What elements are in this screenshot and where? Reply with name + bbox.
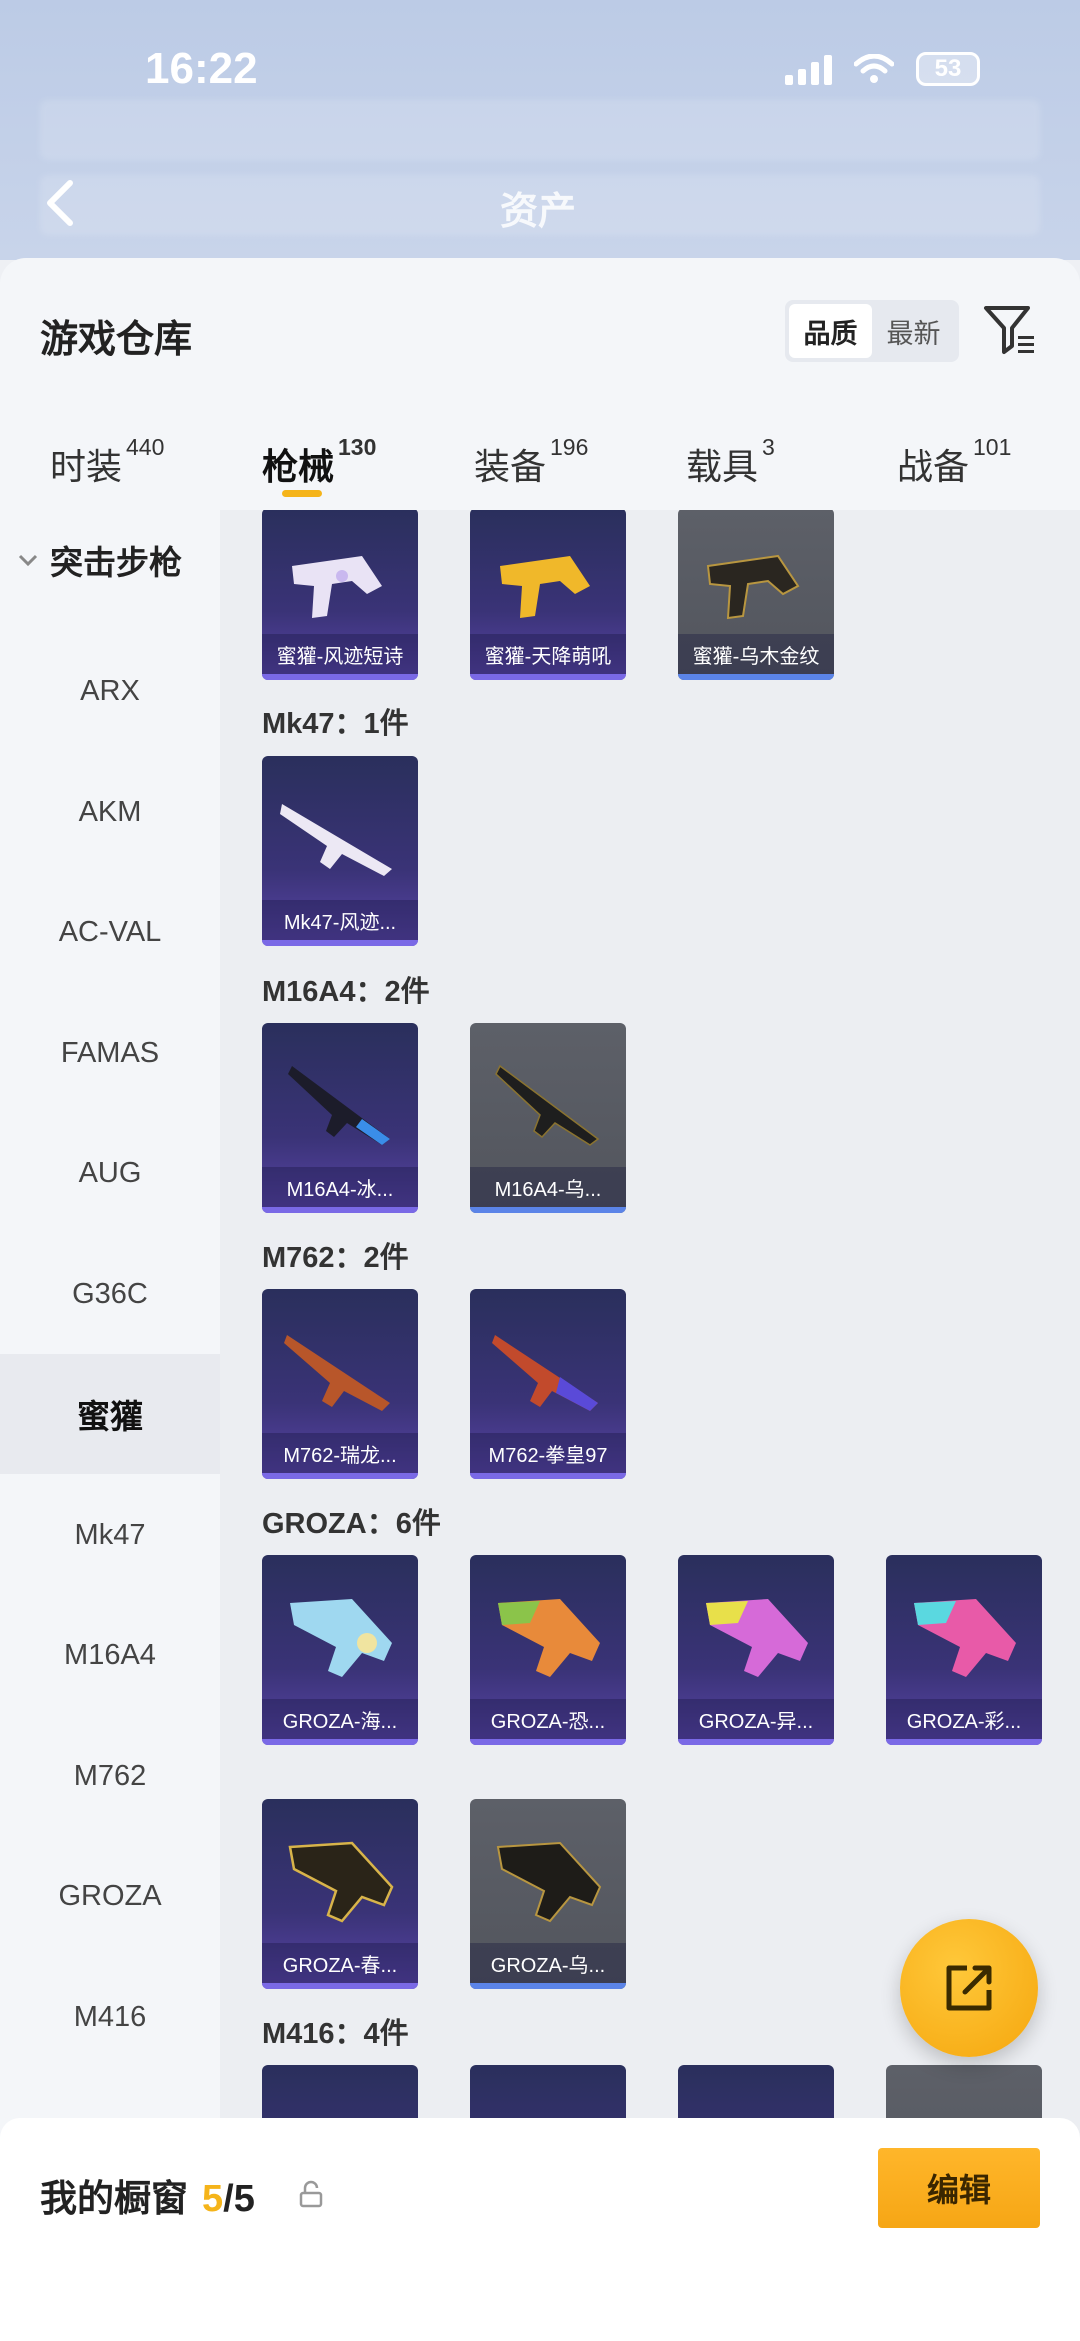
share-button[interactable] <box>900 1919 1038 2057</box>
skin-card[interactable]: 蜜獾-乌木金纹 <box>678 510 834 680</box>
back-icon[interactable] <box>40 178 80 228</box>
tab-vehicles[interactable]: 载具 3 <box>686 434 775 490</box>
bullpup-icon <box>496 1841 602 1923</box>
share-icon <box>946 1965 992 2011</box>
sidebar-item-famas[interactable]: FAMAS <box>0 993 220 1113</box>
rifle-icon <box>495 1064 600 1146</box>
sidebar-item-groza[interactable]: GROZA <box>0 1836 220 1956</box>
skin-card[interactable]: GROZA-彩... <box>886 1555 1042 1745</box>
tab-equipment[interactable]: 装备 196 <box>474 434 588 490</box>
rifle-icon <box>280 804 392 876</box>
smg-icon <box>500 556 590 618</box>
page-title: 资产 <box>500 191 577 233</box>
showcase-label: 我的橱窗 5/5 <box>40 2178 255 2220</box>
skin-name: GROZA-恐... <box>470 1699 626 1739</box>
battery-icon: 53 <box>916 52 980 86</box>
sidebar-item-ac-val[interactable]: AC-VAL <box>0 872 220 992</box>
group-label-m416: M416：4件 <box>262 2018 409 2050</box>
skin-name: GROZA-海... <box>262 1699 418 1739</box>
sidebar-item-m416[interactable]: M416 <box>0 1957 220 2077</box>
sidebar-item-arx[interactable]: ARX <box>0 631 220 751</box>
showcase-count: 5/5 <box>202 2178 255 2220</box>
bullpup-icon <box>288 1841 394 1923</box>
sheet-title: 游戏仓库 <box>40 319 193 361</box>
skin-card[interactable]: GROZA-异... <box>678 1555 834 1745</box>
wifi-icon <box>853 53 895 84</box>
skin-card[interactable]: Mk47-风迹... <box>262 756 418 946</box>
bullpup-icon <box>498 1599 600 1677</box>
skin-card[interactable]: GROZA-乌... <box>470 1799 626 1989</box>
sort-quality[interactable]: 品质 <box>789 304 872 358</box>
bullpup-icon <box>706 1599 808 1677</box>
header-background: 16:22 53 资产 <box>0 0 1080 260</box>
sidebar-item-aug[interactable]: AUG <box>0 1113 220 1233</box>
bullpup-icon <box>914 1599 1016 1677</box>
sort-toggle: 品质 最新 <box>785 300 959 362</box>
sidebar-group-assault-rifle[interactable]: 突击步枪 <box>18 510 182 610</box>
sidebar-item-m762[interactable]: M762 <box>0 1716 220 1836</box>
skin-name: GROZA-乌... <box>470 1943 626 1983</box>
category-tabs: 时装 440 枪械 130 装备 196 载具 3 战备 101 <box>0 418 1080 508</box>
edit-button[interactable]: 编辑 <box>878 2148 1040 2228</box>
group-label-m16a4: M16A4：2件 <box>262 976 430 1008</box>
skin-name: 蜜獾-天降萌吼 <box>470 634 626 674</box>
sort-newest[interactable]: 最新 <box>872 304 955 358</box>
group-label-mk47: Mk47：1件 <box>262 708 409 740</box>
skin-card[interactable]: GROZA-春... <box>262 1799 418 1989</box>
skin-card[interactable]: M762-拳皇97 <box>470 1289 626 1479</box>
tab-guns[interactable]: 枪械 130 <box>262 434 376 490</box>
weapon-content: 蜜獾-风迹短诗 蜜獾-天降萌吼 蜜獾-乌木金纹 Mk47：1件 Mk47-风迹.… <box>220 510 1080 2341</box>
skin-card[interactable]: 蜜獾-风迹短诗 <box>262 510 418 680</box>
group-label-m762: M762：2件 <box>262 1242 409 1274</box>
tab-supplies[interactable]: 战备 101 <box>897 434 1011 490</box>
skin-name: GROZA-异... <box>678 1699 834 1739</box>
signal-icon <box>785 53 832 85</box>
showcase-bar: 我的橱窗 5/5 编辑 <box>0 2118 1080 2341</box>
skin-name: M16A4-冰... <box>262 1167 418 1207</box>
active-tab-indicator <box>282 490 322 497</box>
bullpup-icon <box>290 1599 392 1677</box>
sidebar-item-m16a4[interactable]: M16A4 <box>0 1595 220 1715</box>
status-icons: 53 <box>785 52 980 86</box>
smg-icon <box>292 556 382 618</box>
tab-fashion[interactable]: 时装 440 <box>50 434 164 490</box>
status-time: 16:22 <box>145 44 258 93</box>
rifle-icon <box>288 1066 390 1145</box>
skin-card[interactable]: GROZA-恐... <box>470 1555 626 1745</box>
skin-card[interactable]: 蜜獾-天降萌吼 <box>470 510 626 680</box>
skin-card[interactable]: GROZA-海... <box>262 1555 418 1745</box>
sidebar-item-akm[interactable]: AKM <box>0 752 220 872</box>
group-label-groza: GROZA：6件 <box>262 1508 441 1540</box>
weapon-sidebar: 突击步枪 ARX AKM AC-VAL FAMAS AUG G36C 蜜獾 Mk… <box>0 510 220 2341</box>
skin-name: GROZA-春... <box>262 1943 418 1983</box>
skin-card[interactable]: M762-瑞龙... <box>262 1289 418 1479</box>
filter-icon[interactable] <box>982 302 1038 358</box>
sidebar-item-g36c[interactable]: G36C <box>0 1234 220 1354</box>
skin-card[interactable]: M16A4-乌... <box>470 1023 626 1213</box>
skin-name: Mk47-风迹... <box>262 900 418 940</box>
sidebar-item-mk47[interactable]: Mk47 <box>0 1475 220 1595</box>
rifle-icon <box>492 1335 598 1411</box>
skin-name: 蜜獾-风迹短诗 <box>262 634 418 674</box>
rifle-icon <box>284 1335 390 1411</box>
smg-icon <box>706 554 800 620</box>
skin-name: M16A4-乌... <box>470 1167 626 1207</box>
skin-card[interactable]: M16A4-冰... <box>262 1023 418 1213</box>
skin-name: GROZA-彩... <box>886 1699 1042 1739</box>
skin-name: 蜜獾-乌木金纹 <box>678 634 834 674</box>
skin-name: M762-瑞龙... <box>262 1433 418 1473</box>
sidebar-item-honey-badger[interactable]: 蜜獾 <box>0 1354 220 1474</box>
lock-icon <box>299 2180 323 2208</box>
skin-name: M762-拳皇97 <box>470 1433 626 1473</box>
chevron-down-icon <box>18 554 38 567</box>
